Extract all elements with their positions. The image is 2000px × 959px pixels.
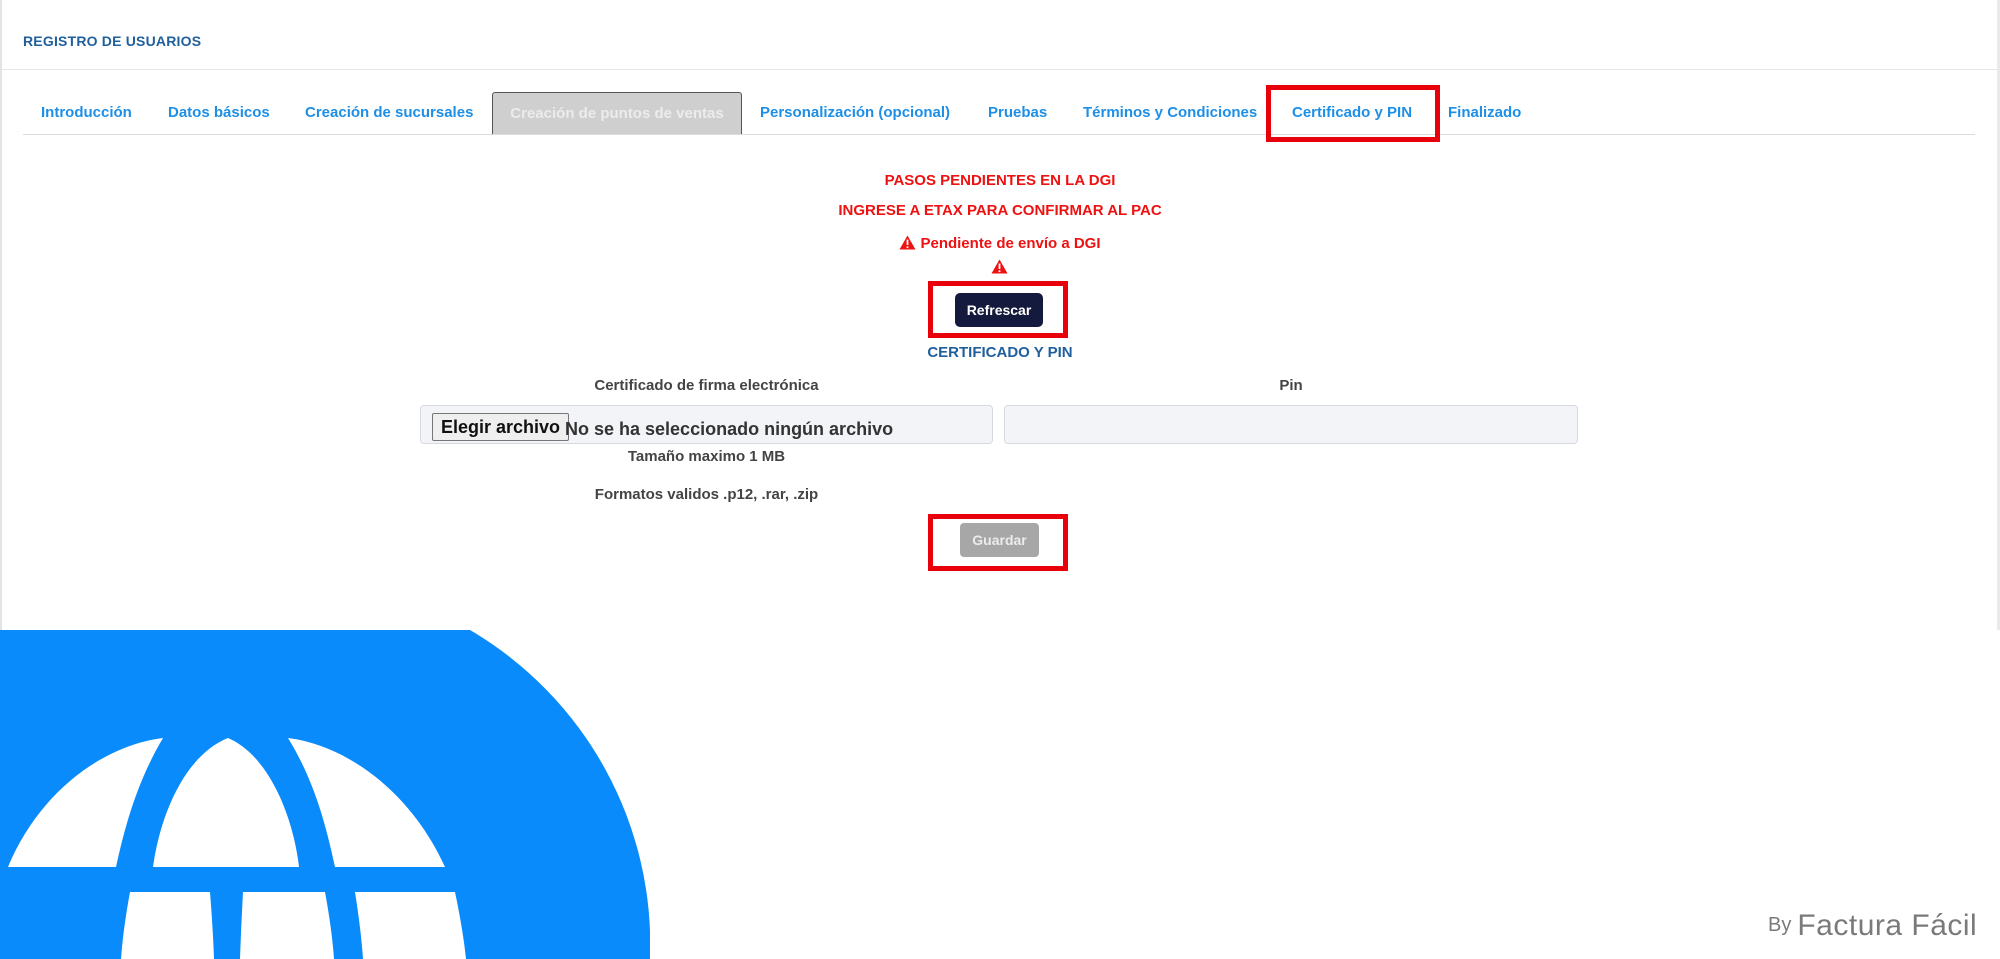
brand-logo: By Factura Fácil	[1768, 909, 1977, 943]
page-title: REGISTRO DE USUARIOS	[23, 33, 202, 49]
header-divider	[2, 69, 1997, 70]
warning-icon	[899, 235, 916, 254]
pin-label: Pin	[1279, 377, 1303, 394]
etax-confirm-text: INGRESE A ETAX PARA CONFIRMAR AL PAC	[838, 202, 1162, 219]
registration-tabs: Introducción Datos básicos Creación de s…	[23, 92, 1975, 135]
choose-file-button[interactable]: Elegir archivo	[432, 413, 570, 441]
tab-pruebas[interactable]: Pruebas	[988, 92, 1047, 134]
tab-creacion-puntos-ventas[interactable]: Creación de puntos de ventas	[492, 92, 742, 134]
max-size-text: Tamaño maximo 1 MB	[627, 448, 786, 465]
pin-input[interactable]	[1004, 405, 1578, 444]
tab-terminos-condiciones[interactable]: Términos y Condiciones	[1083, 92, 1257, 134]
valid-formats-text: Formatos validos .p12, .rar, .zip	[594, 486, 819, 503]
tab-finalizado[interactable]: Finalizado	[1448, 92, 1521, 134]
pending-dgi-text: PASOS PENDIENTES EN LA DGI	[884, 172, 1116, 189]
certificate-label: Certificado de firma electrónica	[594, 377, 819, 394]
tab-introduccion[interactable]: Introducción	[41, 92, 132, 134]
tab-certificado-pin[interactable]: Certificado y PIN	[1292, 92, 1412, 134]
save-button[interactable]: Guardar	[960, 523, 1039, 557]
brand-by: By	[1768, 914, 1792, 936]
tab-personalizacion[interactable]: Personalización (opcional)	[760, 92, 950, 134]
tab-creacion-sucursales[interactable]: Creación de sucursales	[305, 92, 473, 134]
tab-datos-basicos[interactable]: Datos básicos	[168, 92, 270, 134]
warning-icon-secondary	[991, 259, 1008, 279]
section-title: CERTIFICADO Y PIN	[927, 344, 1073, 361]
refresh-button[interactable]: Refrescar	[955, 293, 1043, 327]
globe-icon	[0, 630, 650, 959]
pending-send-status: Pendiente de envío a DGI	[0, 235, 2000, 254]
brand-name: Factura Fácil	[1797, 909, 1978, 942]
certificate-file-input[interactable]: Elegir archivo No se ha seleccionado nin…	[420, 405, 993, 444]
pending-send-text: Pendiente de envío a DGI	[920, 235, 1101, 252]
file-status-text: No se ha seleccionado ningún archivo	[565, 419, 894, 439]
